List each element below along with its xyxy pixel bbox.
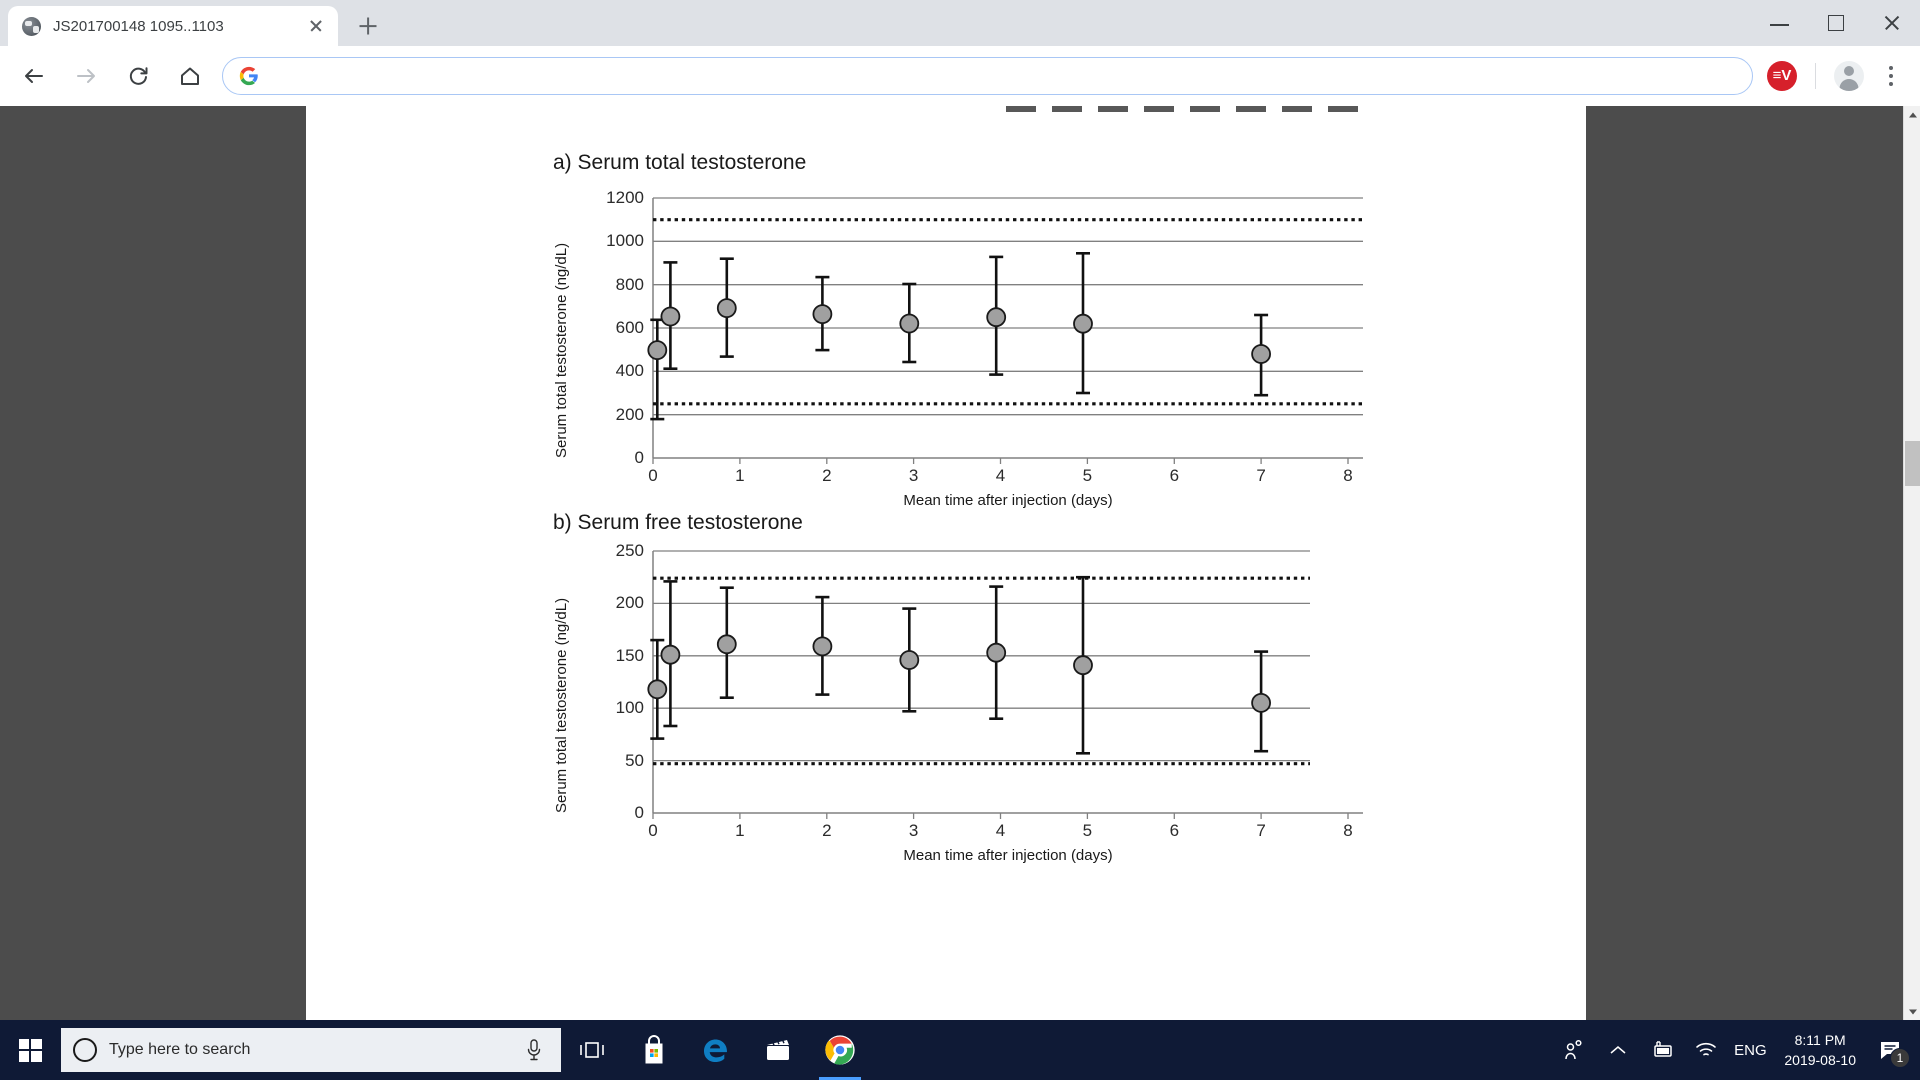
address-input[interactable] xyxy=(271,67,1736,84)
chart-b-xtick: 6 xyxy=(1169,821,1180,840)
back-arrow-icon[interactable] xyxy=(14,56,54,96)
microsoft-store-icon[interactable] xyxy=(623,1020,685,1080)
globe-icon xyxy=(22,16,41,36)
figure-a-caption: a) Serum total testosterone xyxy=(553,151,807,174)
scroll-down-arrow-icon[interactable] xyxy=(1904,1003,1920,1020)
chart-a-xtick: 7 xyxy=(1256,466,1266,485)
chart-b-xtick: 0 xyxy=(648,821,658,840)
chart-a-x-axis-title: Mean time after injection (days) xyxy=(903,492,1113,509)
chart-b-xtick: 3 xyxy=(908,821,919,840)
tab-strip: JS201700148 1095..1103 xyxy=(0,0,1920,46)
forward-arrow-icon[interactable] xyxy=(66,56,106,96)
chart-a-xtick: 6 xyxy=(1169,466,1180,485)
taskbar-clock[interactable]: 8:11 PM 2019-08-10 xyxy=(1772,1030,1868,1071)
windows-logo-icon xyxy=(18,1038,42,1062)
chart-b-xtick: 2 xyxy=(822,821,832,840)
chart-serum-total-testosterone: Serum total testosterone (ng/dL) 1200 10… xyxy=(553,186,1363,509)
chart-a-xtick: 5 xyxy=(1082,466,1093,485)
truncated-text-above xyxy=(1006,106,1366,112)
chart-b-xtick: 7 xyxy=(1256,821,1266,840)
task-view-icon[interactable] xyxy=(561,1020,623,1080)
avatar-icon[interactable] xyxy=(1834,60,1864,91)
chart-a-xtick: 2 xyxy=(822,466,832,485)
chart-b-xtick: 5 xyxy=(1082,821,1093,840)
battery-plug-icon[interactable] xyxy=(1640,1020,1684,1080)
clock-date: 2019-08-10 xyxy=(1784,1052,1856,1068)
notification-count: 1 xyxy=(1890,1048,1910,1068)
page-scrollbar[interactable] xyxy=(1903,106,1920,1020)
expressvpn-icon[interactable]: ≡V xyxy=(1767,60,1797,91)
close-icon[interactable] xyxy=(1864,0,1920,46)
chart-a-xtick: 3 xyxy=(908,466,919,485)
address-bar[interactable] xyxy=(222,56,1753,95)
chrome-browser-icon[interactable] xyxy=(809,1020,871,1080)
browser-window: JS201700148 1095..1103 ≡V a) Serum total… xyxy=(0,0,1920,1020)
tab-title: JS201700148 1095..1103 xyxy=(53,17,224,35)
new-tab-button[interactable] xyxy=(348,6,388,46)
people-icon[interactable] xyxy=(1552,1020,1596,1080)
cortana-circle-icon[interactable] xyxy=(73,1038,97,1062)
maximize-icon[interactable] xyxy=(1808,0,1864,46)
home-icon[interactable] xyxy=(170,56,210,96)
search-placeholder: Type here to search xyxy=(109,1041,251,1058)
kebab-menu-icon[interactable] xyxy=(1876,59,1906,93)
windows-taskbar: Type here to search ENG 8:11 PM 2019-08-… xyxy=(0,1020,1920,1080)
chart-a-xtick: 8 xyxy=(1343,466,1353,485)
chart-a-xtick: 0 xyxy=(648,466,658,485)
window-controls xyxy=(1752,0,1920,46)
chart-b-xtick: 1 xyxy=(735,821,745,840)
edge-browser-icon[interactable] xyxy=(685,1020,747,1080)
browser-tab[interactable]: JS201700148 1095..1103 xyxy=(8,6,338,46)
chart-a-plot xyxy=(647,197,1363,464)
taskbar-search[interactable]: Type here to search xyxy=(61,1028,561,1072)
page-viewport: a) Serum total testosterone Serum total … xyxy=(0,106,1920,1020)
start-button[interactable] xyxy=(0,1020,60,1080)
close-icon[interactable] xyxy=(304,14,328,38)
chart-a-xtick: 4 xyxy=(995,466,1006,485)
scroll-up-arrow-icon[interactable] xyxy=(1904,106,1920,123)
movies-tv-icon[interactable] xyxy=(747,1020,809,1080)
pdf-page: a) Serum total testosterone Serum total … xyxy=(306,106,1586,1020)
google-g-icon xyxy=(239,66,258,85)
chart-b-xtick: 4 xyxy=(995,821,1006,840)
wifi-icon[interactable] xyxy=(1684,1020,1728,1080)
notification-icon[interactable]: 1 xyxy=(1868,1020,1912,1080)
figure-b-caption: b) Serum free testosterone xyxy=(553,511,803,534)
system-tray: ENG 8:11 PM 2019-08-10 1 xyxy=(1552,1020,1920,1080)
language-indicator[interactable]: ENG xyxy=(1728,1020,1772,1080)
chart-b-x-axis-title: Mean time after injection (days) xyxy=(903,847,1113,864)
browser-toolbar: ≡V xyxy=(0,46,1920,106)
chart-b-xtick: 8 xyxy=(1343,821,1353,840)
chart-b-plot xyxy=(647,550,1363,819)
minimize-icon[interactable] xyxy=(1752,0,1808,46)
reload-icon[interactable] xyxy=(118,56,158,96)
show-hidden-icons-chevron[interactable] xyxy=(1596,1020,1640,1080)
scrollbar-thumb[interactable] xyxy=(1905,441,1920,486)
clock-time: 8:11 PM xyxy=(1794,1031,1846,1048)
chart-a-xtick: 1 xyxy=(735,466,745,485)
chart-serum-free-testosterone: Serum total testosterone (ng/dL) 250 200… xyxy=(553,541,1363,864)
microphone-icon[interactable] xyxy=(525,1039,543,1061)
toolbar-divider xyxy=(1815,62,1816,89)
